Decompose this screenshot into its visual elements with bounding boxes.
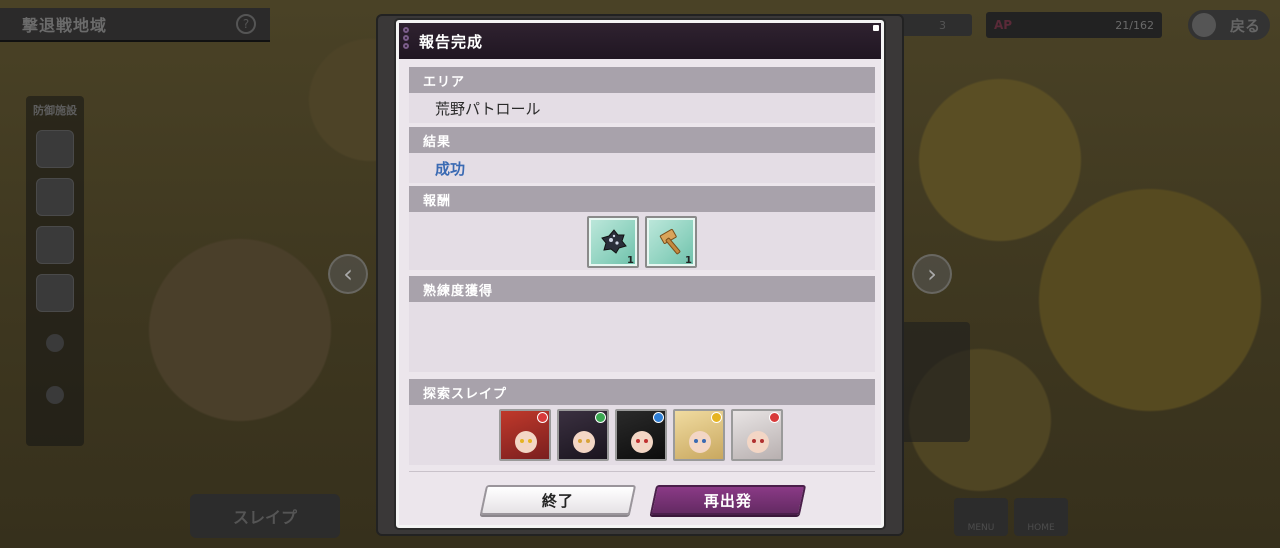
- reward-item[interactable]: 1: [587, 216, 639, 268]
- area-section-body: 荒野パトロール: [409, 93, 875, 123]
- slave-face: [515, 431, 537, 453]
- element-badge-icon: [769, 412, 780, 423]
- slave-eye: [760, 439, 764, 443]
- element-badge-icon: [537, 412, 548, 423]
- result-value: 成功: [435, 160, 466, 178]
- area-title: 撃退戦地域: [22, 16, 108, 35]
- redeploy-button-label: 再出発: [703, 491, 752, 510]
- slave-eye: [528, 439, 532, 443]
- slave-eye: [752, 439, 756, 443]
- result-section-body: 成功: [409, 153, 875, 183]
- element-badge-icon: [595, 412, 606, 423]
- dialog-header: 報告完成: [399, 23, 881, 59]
- corner-decoration: [873, 25, 879, 31]
- area-value: 荒野パトロール: [435, 100, 541, 118]
- search-count: 3: [939, 18, 946, 32]
- back-label: 戻る: [1229, 16, 1260, 35]
- lock-icon: [46, 334, 64, 352]
- slave-eye: [586, 439, 590, 443]
- slave-portrait[interactable]: [557, 409, 609, 461]
- defense-slot[interactable]: [36, 130, 74, 168]
- slave-eye: [636, 439, 640, 443]
- home-label: HOME: [1027, 523, 1055, 533]
- slave-eye: [520, 439, 524, 443]
- event-side-panel: [898, 322, 970, 442]
- defense-slot[interactable]: [36, 178, 74, 216]
- lock-icon: [46, 386, 64, 404]
- slave-portrait[interactable]: [673, 409, 725, 461]
- ap-label: AP: [994, 18, 1013, 32]
- defense-slot[interactable]: [36, 274, 74, 312]
- ore-icon: [601, 229, 627, 254]
- slave-portrait[interactable]: [731, 409, 783, 461]
- dialog-title: 報告完成: [419, 32, 484, 51]
- element-badge-icon: [653, 412, 664, 423]
- proficiency-section-header: 熟練度獲得: [409, 276, 875, 302]
- reward-qty: 1: [627, 255, 634, 266]
- slave-eye: [578, 439, 582, 443]
- ap-value: 21/162: [1115, 18, 1154, 32]
- slaves-section-header: 探索スレイプ: [409, 379, 875, 405]
- slave-eye: [694, 439, 698, 443]
- menu-label: MENU: [967, 523, 995, 533]
- proficiency-label: 熟練度獲得: [423, 283, 494, 299]
- slave-eye: [702, 439, 706, 443]
- help-icon[interactable]: ?: [236, 14, 256, 34]
- next-arrow-icon[interactable]: ›: [912, 254, 952, 294]
- slave-menu-button[interactable]: スレイプ: [190, 494, 340, 538]
- redeploy-button[interactable]: 再出発: [649, 485, 807, 515]
- slave-portrait[interactable]: [499, 409, 551, 461]
- slave-portrait[interactable]: [615, 409, 667, 461]
- slave-eye: [644, 439, 648, 443]
- reward-section-body: [409, 212, 875, 270]
- footer-divider: [409, 471, 875, 472]
- area-title-bar: 撃退戦地域 ?: [0, 8, 270, 42]
- chain-decoration-icon: [401, 27, 411, 55]
- end-button[interactable]: 終了: [479, 485, 637, 515]
- reward-label: 報酬: [423, 193, 452, 209]
- hammer-icon: [659, 228, 681, 255]
- proficiency-section-body: [409, 302, 875, 372]
- result-section-header: 結果: [409, 127, 875, 153]
- result-label: 結果: [423, 134, 452, 150]
- reward-item[interactable]: 1: [645, 216, 697, 268]
- area-label: エリア: [423, 74, 466, 90]
- element-badge-icon: [711, 412, 722, 423]
- slave-face: [631, 431, 653, 453]
- defense-facility-panel: 防御施設: [26, 96, 84, 446]
- ap-gauge: AP 21/162: [986, 12, 1162, 38]
- slave-face: [747, 431, 769, 453]
- reward-qty: 1: [685, 255, 692, 266]
- slave-menu-label: スレイプ: [232, 508, 297, 527]
- defense-label: 防御施設: [33, 104, 77, 117]
- end-button-label: 終了: [541, 491, 574, 510]
- slave-face: [689, 431, 711, 453]
- home-button[interactable]: HOME: [1014, 498, 1068, 536]
- report-dialog: 報告完成 エリア 荒野パトロール 結果 成功 報酬 1 1 熟練度獲得 探索スレ…: [396, 20, 884, 528]
- prev-arrow-icon[interactable]: ‹: [328, 254, 368, 294]
- area-section-header: エリア: [409, 67, 875, 93]
- defense-slot[interactable]: [36, 226, 74, 264]
- slave-face: [573, 431, 595, 453]
- back-button[interactable]: 戻る: [1188, 10, 1270, 40]
- reward-section-header: 報酬: [409, 186, 875, 212]
- menu-button[interactable]: MENU: [954, 498, 1008, 536]
- slaves-label: 探索スレイプ: [423, 386, 508, 402]
